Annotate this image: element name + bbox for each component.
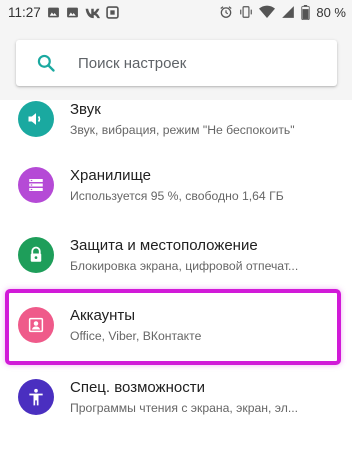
settings-item-subtitle: Блокировка экрана, цифровой отпечат...: [70, 259, 299, 273]
settings-item-title: Спец. возможности: [70, 379, 205, 396]
settings-item-subtitle: Звук, вибрация, режим "Не беспокоить": [70, 123, 295, 137]
settings-item-title: Звук: [70, 101, 101, 118]
settings-item-storage[interactable]: Хранилище Используется 95 %, свободно 1,…: [0, 150, 352, 220]
settings-item-subtitle: Office, Viber, ВКонтакте: [70, 329, 202, 343]
settings-item-sound[interactable]: Звук Звук, вибрация, режим "Не беспокоит…: [0, 84, 352, 154]
storage-icon: [18, 167, 54, 203]
settings-item-text: Защита и местоположение Блокировка экран…: [70, 237, 330, 273]
settings-item-subtitle: Программы чтения с экрана, экран, эл...: [70, 401, 299, 415]
search-bar[interactable]: [16, 40, 337, 86]
settings-item-accessibility[interactable]: Спец. возможности Программы чтения с экр…: [0, 362, 352, 432]
settings-item-text: Спец. возможности Программы чтения с экр…: [70, 379, 330, 415]
volume-icon: [18, 101, 54, 137]
settings-item-security[interactable]: Защита и местоположение Блокировка экран…: [0, 220, 352, 290]
settings-item-subtitle: Используется 95 %, свободно 1,64 ГБ: [70, 189, 284, 203]
status-left: 11:27: [8, 5, 119, 20]
settings-item-title: Аккаунты: [70, 307, 136, 324]
signal-icon: [281, 5, 295, 19]
status-right: 80 %: [219, 4, 346, 20]
settings-item-text: Звук Звук, вибрация, режим "Не беспокоит…: [70, 101, 330, 137]
image-icon: [66, 6, 79, 19]
image-icon: [47, 6, 60, 19]
vibrate-icon: [239, 5, 253, 19]
status-time: 11:27: [8, 4, 41, 20]
settings-item-title: Хранилище: [70, 167, 151, 184]
battery-icon: [301, 4, 311, 20]
settings-item-text: Аккаунты Office, Viber, ВКонтакте: [70, 307, 330, 343]
status-bar: 11:27 80 %: [0, 0, 352, 24]
search-icon[interactable]: [16, 53, 76, 73]
wifi-icon: [259, 5, 276, 19]
accessibility-icon: [18, 379, 54, 415]
square-icon: [106, 5, 119, 19]
lock-icon: [18, 237, 54, 273]
settings-item-title: Защита и местоположение: [70, 237, 258, 254]
account-icon: [18, 307, 54, 343]
settings-item-accounts[interactable]: Аккаунты Office, Viber, ВКонтакте: [0, 290, 352, 360]
vk-icon: [85, 6, 100, 19]
settings-list: Звук Звук, вибрация, режим "Не беспокоит…: [0, 100, 352, 450]
search-input[interactable]: [76, 54, 337, 72]
battery-percent: 80 %: [316, 4, 346, 20]
settings-item-text: Хранилище Используется 95 %, свободно 1,…: [70, 167, 330, 203]
alarm-icon: [219, 5, 233, 19]
